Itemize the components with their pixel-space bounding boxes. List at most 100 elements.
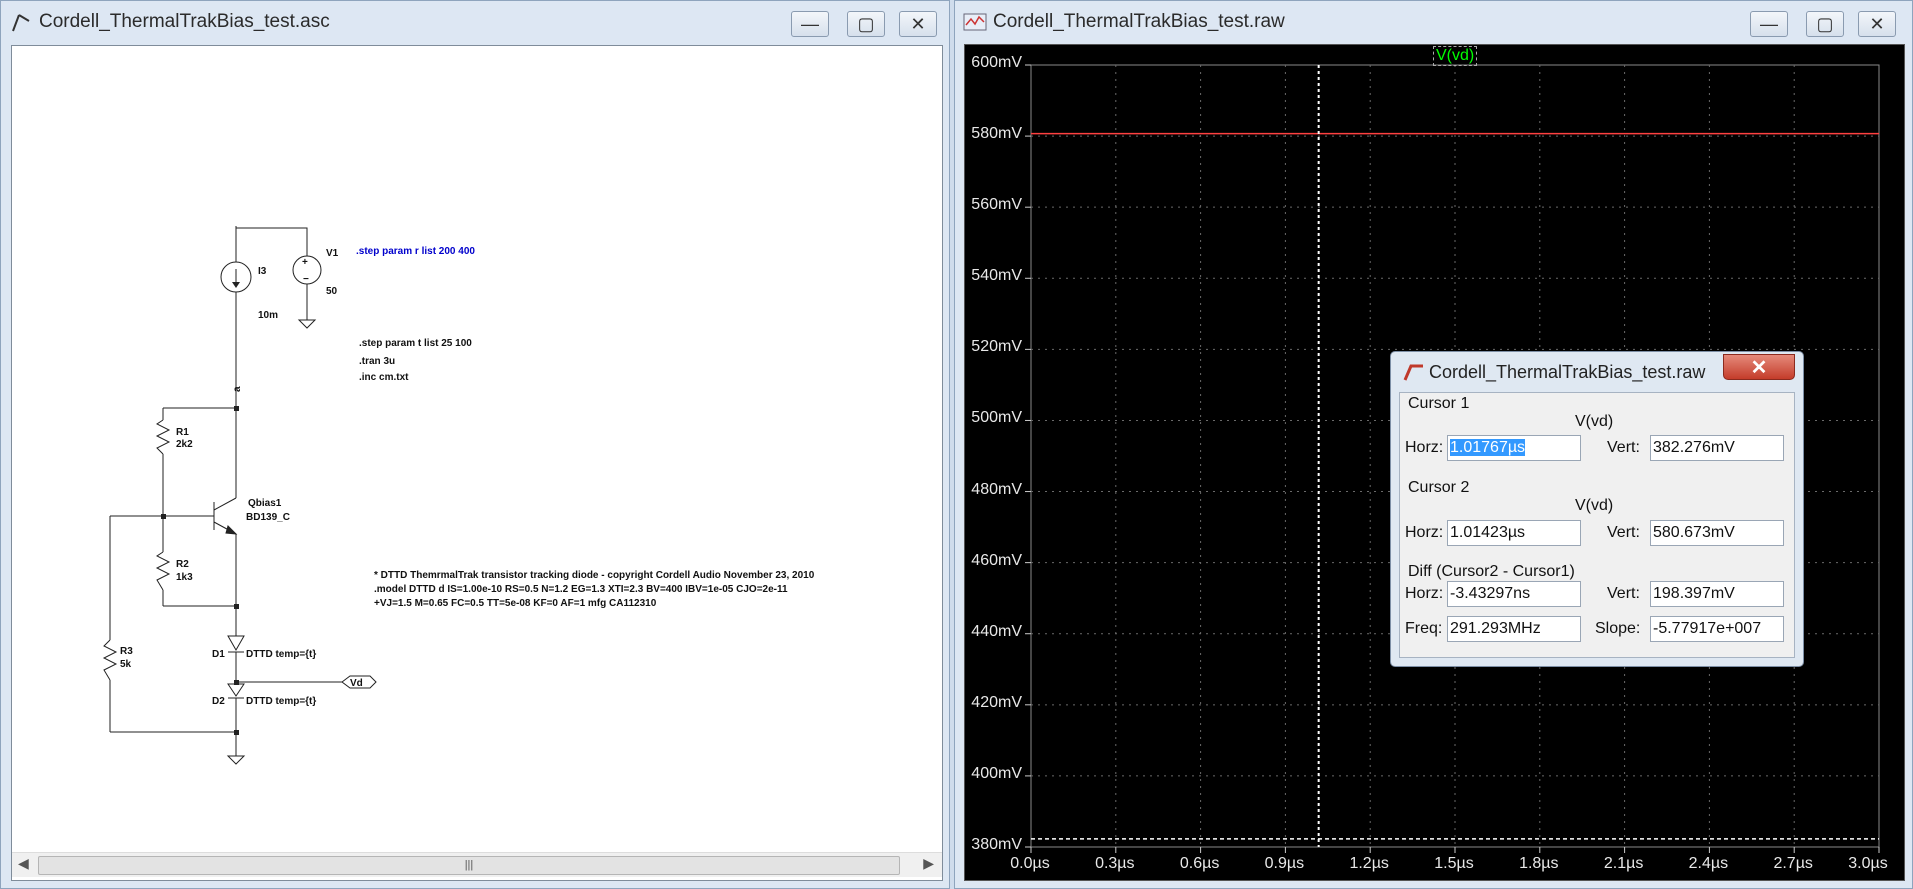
schematic-titlebar[interactable]: Cordell_ThermalTrakBias_test.asc — ▢ ✕ (1, 1, 949, 43)
r1-value: 2k2 (176, 439, 193, 450)
minimize-button[interactable]: — (1750, 11, 1788, 37)
diff-slope-label: Slope: (1595, 620, 1641, 637)
schematic-canvas[interactable]: + − V1 50 I3 10m a R1 2k2 Qbias1 BD139_C… (11, 45, 943, 881)
x-tick-label: 2.7µs (1773, 855, 1813, 872)
comment-dttd[interactable]: * DTTD ThemrmalTrak transistor tracking … (374, 570, 815, 581)
close-button[interactable]: ✕ (1858, 11, 1896, 37)
scroll-right-icon[interactable]: ▶ (923, 855, 934, 872)
directive-step-t[interactable]: .step param t list 25 100 (359, 338, 472, 349)
cursor1-trace: V(vd) (1575, 413, 1614, 430)
svg-text:+: + (302, 257, 308, 268)
diff-horz-field[interactable]: -3.43297ns (1447, 581, 1581, 607)
close-icon: ✕ (910, 13, 926, 34)
schematic-window-title: Cordell_ThermalTrakBias_test.asc (39, 11, 330, 32)
y-tick-label: 540mV (971, 267, 1022, 285)
cursor2-horz-label: Horz: (1405, 524, 1444, 541)
r1-name: R1 (176, 427, 189, 438)
scroll-thumb[interactable]: ||| (38, 856, 900, 875)
diff-freq-label: Freq: (1405, 620, 1443, 637)
horizontal-scrollbar[interactable]: ◀ ||| ▶ (12, 852, 942, 877)
diode-d1-icon[interactable] (227, 635, 245, 653)
ltspice-logo-icon (1403, 364, 1423, 381)
x-tick-label: 1.5µs (1434, 855, 1474, 872)
cursor2-horz-field[interactable]: 1.01423µs (1447, 520, 1581, 546)
r3-name: R3 (120, 646, 133, 657)
cursor2-heading: Cursor 2 (1408, 479, 1470, 496)
cursor-dialog-close-button[interactable]: ✕ (1723, 354, 1795, 380)
directive-inc[interactable]: .inc cm.txt (359, 372, 409, 383)
y-tick-label: 500mV (971, 409, 1022, 427)
y-tick-label: 440mV (971, 622, 1022, 640)
cursor-dialog-body: Cursor 1 V(vd) Horz: 1.01767µs Vert: 382… (1399, 392, 1795, 658)
resistor-r2-icon[interactable] (155, 551, 171, 591)
minimize-button[interactable]: — (791, 11, 829, 37)
y-tick-label: 560mV (971, 196, 1022, 214)
resistor-r1-icon[interactable] (155, 419, 171, 455)
cursor-dialog[interactable]: Cordell_ThermalTrakBias_test.raw ✕ Curso… (1390, 351, 1804, 667)
close-icon: ✕ (1750, 356, 1768, 379)
x-tick-label: 1.8µs (1519, 855, 1559, 872)
d1-value: DTTD temp={t} (246, 649, 316, 660)
minimize-icon: — (1760, 13, 1778, 34)
maximize-icon: ▢ (1816, 13, 1834, 34)
x-tick-label: 2.1µs (1603, 855, 1644, 872)
maximize-button[interactable]: ▢ (847, 11, 885, 37)
scroll-left-icon[interactable]: ◀ (18, 855, 29, 872)
svg-text:Vd: Vd (350, 678, 363, 689)
q-name: Qbias1 (248, 498, 282, 509)
d1-name: D1 (212, 649, 225, 660)
y-tick-label: 460mV (971, 551, 1022, 569)
y-tick-label: 600mV (971, 54, 1022, 71)
diff-horz-label: Horz: (1405, 585, 1444, 602)
resistor-r3-icon[interactable] (102, 639, 118, 681)
directive-model-2[interactable]: +VJ=1.5 M=0.65 FC=0.5 TT=5e-08 KF=0 AF=1… (374, 598, 657, 609)
directive-model-1[interactable]: .model DTTD d IS=1.00e-10 RS=0.5 N=1.2 E… (374, 584, 788, 595)
close-icon: ✕ (1869, 13, 1885, 34)
ground-icon (226, 755, 246, 765)
waveform-app-icon (963, 13, 987, 31)
r2-value: 1k3 (176, 572, 193, 583)
cursor1-horz-field[interactable]: 1.01767µs (1447, 435, 1581, 461)
directive-step-r[interactable]: .step param r list 200 400 (356, 246, 475, 257)
diode-d2-icon[interactable] (227, 683, 245, 699)
cursor1-vert-label: Vert: (1607, 439, 1640, 456)
current-source-i3-icon[interactable] (220, 261, 252, 293)
trace-label-vd[interactable]: V(vd) (1433, 46, 1478, 66)
maximize-icon: ▢ (857, 13, 875, 34)
schematic-window[interactable]: Cordell_ThermalTrakBias_test.asc — ▢ ✕ +… (0, 0, 950, 889)
waveform-window-title: Cordell_ThermalTrakBias_test.raw (993, 11, 1285, 32)
diff-freq-field[interactable]: 291.293MHz (1447, 616, 1581, 642)
junctions (161, 406, 239, 735)
waveform-titlebar[interactable]: Cordell_ThermalTrakBias_test.raw — ▢ ✕ (955, 1, 1912, 43)
close-button[interactable]: ✕ (899, 11, 937, 37)
diff-slope-field[interactable]: -5.77917e+007 (1650, 616, 1784, 642)
y-tick-label: 420mV (971, 693, 1022, 711)
v1-value: 50 (326, 286, 338, 297)
i3-value: 10m (258, 310, 278, 321)
ground-icon (297, 319, 317, 329)
diff-vert-field[interactable]: 198.397mV (1650, 581, 1784, 607)
y-tick-label: 520mV (971, 338, 1022, 356)
cursor2-trace: V(vd) (1575, 497, 1614, 514)
x-tick-label: 0.6µs (1179, 855, 1220, 872)
cursor1-vert-field[interactable]: 382.276mV (1650, 435, 1784, 461)
net-label-a: a (232, 386, 243, 392)
x-tick-label: 1.2µs (1349, 855, 1389, 872)
minimize-icon: — (801, 13, 819, 34)
svg-text:−: − (303, 274, 309, 285)
diff-heading: Diff (Cursor2 - Cursor1) (1408, 563, 1575, 580)
net-flag-vd[interactable]: Vd (341, 675, 377, 689)
directive-tran[interactable]: .tran 3u (359, 356, 395, 367)
y-tick-label: 480mV (971, 480, 1022, 498)
cursor2-vert-field[interactable]: 580.673mV (1650, 520, 1784, 546)
schematic-drawing[interactable]: + − V1 50 I3 10m a R1 2k2 Qbias1 BD139_C… (12, 46, 942, 846)
transistor-qbias1-icon[interactable] (213, 497, 238, 535)
maximize-button[interactable]: ▢ (1806, 11, 1844, 37)
y-tick-label: 380mV (971, 836, 1022, 853)
cursor1-horz-label: Horz: (1405, 439, 1444, 456)
voltage-source-v1-icon[interactable]: + − (292, 255, 322, 306)
r3-value: 5k (120, 659, 132, 670)
d2-name: D2 (212, 696, 225, 707)
x-tick-label: 2.4µs (1688, 855, 1729, 872)
i3-name: I3 (258, 266, 267, 277)
